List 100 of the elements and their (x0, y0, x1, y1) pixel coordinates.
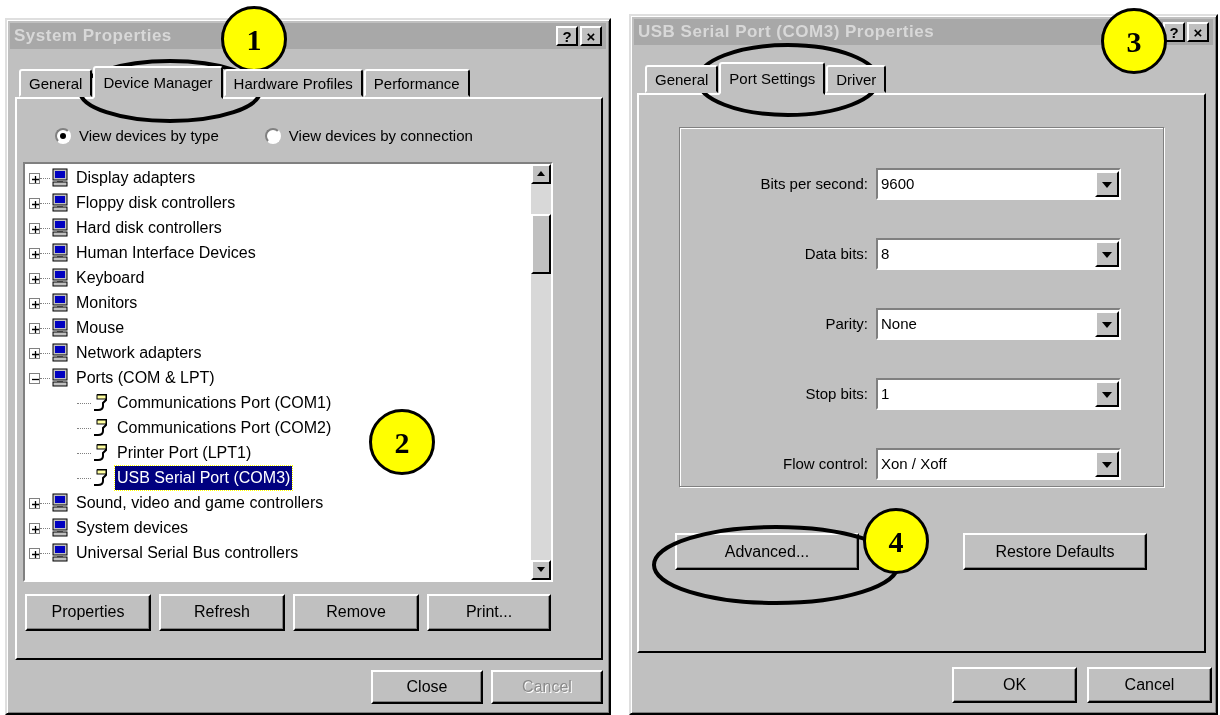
device-icon (50, 268, 70, 288)
help-button[interactable]: ? (556, 26, 578, 46)
callout-marker: 4 (863, 508, 929, 574)
plus-icon (30, 223, 41, 235)
tab[interactable]: Device Manager (93, 66, 223, 99)
tab[interactable]: Hardware Profiles (223, 69, 363, 97)
device-icon (50, 343, 70, 363)
action-button[interactable]: Remove (293, 593, 419, 631)
device-icon (50, 318, 70, 338)
radio-label[interactable]: View devices by type (79, 125, 219, 148)
plus-icon (30, 273, 41, 285)
scroll-down-button[interactable] (531, 559, 551, 580)
field-label: Flow control: (782, 453, 868, 474)
tree-item[interactable]: Network adapters (74, 341, 204, 365)
device-icon (50, 218, 70, 238)
dropdown-arrow-button[interactable] (1095, 171, 1119, 197)
plus-icon (30, 173, 41, 185)
collapse-toggle[interactable] (29, 372, 40, 384)
tree-item[interactable]: Ports (COM & LPT) (74, 366, 217, 390)
tab[interactable]: General (19, 69, 93, 97)
radio-label[interactable]: View devices by connection (288, 125, 473, 148)
radio-button[interactable] (55, 128, 71, 145)
expand-toggle[interactable] (29, 222, 40, 234)
tree-item[interactable]: Universal Serial Bus controllers (74, 541, 301, 565)
device-icon (50, 543, 70, 563)
field-label: Bits per second: (760, 173, 868, 194)
tree-item[interactable]: Monitors (74, 291, 140, 315)
dropdown-field[interactable]: Xon / Xoff (876, 448, 1121, 480)
tab[interactable]: Driver (826, 65, 887, 93)
tree-item[interactable]: Communications Port (COM2) (115, 416, 334, 440)
close-button[interactable]: Close (371, 670, 483, 704)
radio-button[interactable] (264, 128, 281, 145)
action-button[interactable]: Print... (427, 593, 551, 631)
plus-icon (30, 523, 41, 535)
dropdown-value: Xon / Xoff (881, 453, 947, 474)
expand-toggle[interactable] (29, 197, 40, 209)
ok-button[interactable]: OK (952, 667, 1077, 703)
device-icon (50, 368, 70, 388)
dropdown-arrow-button[interactable] (1095, 241, 1119, 267)
dropdown-arrow-button[interactable] (1095, 311, 1119, 337)
tree-item[interactable]: Floppy disk controllers (74, 191, 238, 215)
dropdown-arrow-button[interactable] (1095, 381, 1119, 407)
device-icon (50, 493, 70, 513)
tree-item[interactable]: Keyboard (74, 266, 147, 290)
device-icon (50, 193, 70, 213)
expand-toggle[interactable] (29, 247, 40, 259)
tree-item[interactable]: Mouse (74, 316, 127, 340)
expand-toggle[interactable] (29, 547, 40, 559)
tree-item[interactable]: System devices (74, 516, 191, 540)
tab[interactable]: Performance (363, 69, 470, 97)
field-label: Data bits: (804, 243, 868, 264)
field-label: Stop bits: (805, 383, 868, 404)
dropdown-field[interactable]: None (876, 308, 1121, 340)
callout-marker: 3 (1101, 8, 1167, 74)
expand-toggle[interactable] (29, 522, 40, 534)
action-button[interactable]: Refresh (159, 593, 285, 631)
dropdown-value: 9600 (881, 173, 915, 194)
plus-icon (30, 348, 41, 360)
help-button[interactable]: ? (1163, 22, 1185, 42)
callout-marker: 1 (221, 6, 287, 72)
plus-icon (30, 298, 41, 310)
tree-item[interactable]: Communications Port (COM1) (115, 391, 334, 415)
tree-item[interactable]: USB Serial Port (COM3) (115, 466, 293, 490)
cancel-button[interactable]: Cancel (1087, 667, 1212, 703)
dropdown-value: None (881, 313, 917, 334)
close-button[interactable]: × (1187, 22, 1209, 42)
device-icon (50, 243, 70, 263)
dropdown-arrow-button[interactable] (1095, 451, 1119, 477)
expand-toggle[interactable] (29, 322, 40, 334)
tree-item[interactable]: Printer Port (LPT1) (115, 441, 254, 465)
tree-item[interactable]: Display adapters (74, 166, 198, 190)
scroll-up-button[interactable] (531, 163, 551, 184)
dropdown-field[interactable]: 8 (876, 238, 1121, 270)
plus-icon (30, 548, 41, 560)
expand-toggle[interactable] (29, 297, 40, 309)
device-icon (50, 293, 70, 313)
device-icon (50, 518, 70, 538)
action-button[interactable]: Properties (25, 593, 151, 631)
tab[interactable]: Port Settings (719, 62, 826, 95)
restore-defaults-button[interactable]: Restore Defaults (963, 533, 1147, 570)
field-label: Parity: (825, 313, 868, 334)
dropdown-field[interactable]: 1 (876, 378, 1121, 410)
close-button[interactable]: × (580, 26, 602, 46)
advanced-button[interactable]: Advanced... (675, 533, 859, 570)
tree-item[interactable]: Human Interface Devices (74, 241, 258, 265)
scrollbar-thumb[interactable] (531, 213, 551, 274)
plus-icon (30, 323, 41, 335)
expand-toggle[interactable] (29, 172, 40, 184)
plus-icon (30, 248, 41, 260)
tree-item[interactable]: Hard disk controllers (74, 216, 224, 240)
expand-toggle[interactable] (29, 347, 40, 359)
expand-toggle[interactable] (29, 272, 40, 284)
tree-item[interactable]: Sound, video and game controllers (74, 491, 326, 515)
tab[interactable]: General (645, 65, 719, 93)
device-icon (50, 168, 70, 188)
expand-toggle[interactable] (29, 497, 40, 509)
plus-icon (30, 498, 41, 510)
plus-icon (30, 198, 41, 210)
dropdown-field[interactable]: 9600 (876, 168, 1121, 200)
dropdown-value: 1 (881, 383, 890, 404)
